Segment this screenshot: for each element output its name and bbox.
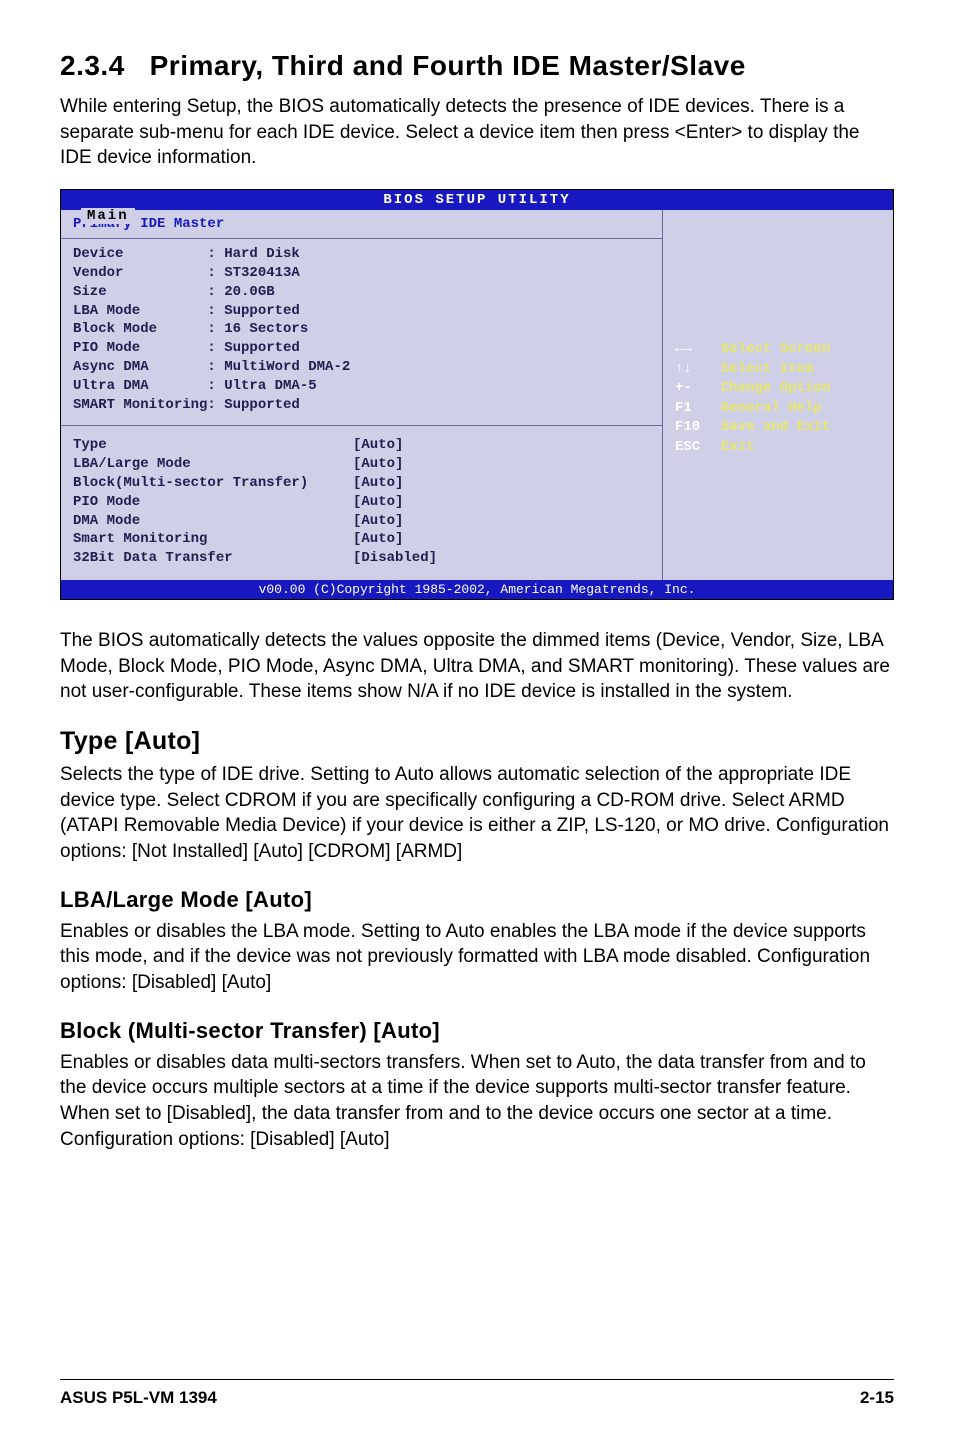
- bios-tab-main[interactable]: Main: [81, 208, 135, 224]
- bios-help-key: +-: [675, 379, 721, 399]
- intro-paragraph: While entering Setup, the BIOS automatic…: [60, 94, 894, 171]
- bios-setting-label: LBA/Large Mode: [73, 455, 353, 474]
- bios-left-panel: Primary IDE Master Device : Hard Disk Ve…: [61, 210, 663, 580]
- bios-title-bar: BIOS SETUP UTILITY Main: [61, 190, 893, 210]
- block-body: Enables or disables data multi-sectors t…: [60, 1050, 894, 1153]
- bios-setting-row[interactable]: 32Bit Data Transfer[Disabled]: [73, 549, 650, 568]
- bios-help-desc: Exit: [721, 438, 755, 458]
- bios-help-key: F1: [675, 399, 721, 419]
- bios-window: BIOS SETUP UTILITY Main Primary IDE Mast…: [60, 189, 894, 600]
- bios-setting-value: [Auto]: [353, 512, 403, 531]
- bios-help-desc: Save and Exit: [721, 418, 830, 438]
- bios-help-desc: Change Option: [721, 379, 830, 399]
- bios-help-row: F1General Help: [675, 399, 881, 419]
- bios-setting-label: 32Bit Data Transfer: [73, 549, 353, 568]
- bios-help-key: ↑↓: [675, 360, 721, 380]
- bios-setting-value: [Auto]: [353, 530, 403, 549]
- bios-help-row: ↑↓Select Item: [675, 360, 881, 380]
- bios-setting-row[interactable]: PIO Mode[Auto]: [73, 493, 650, 512]
- bios-setting-label: Block(Multi-sector Transfer): [73, 474, 353, 493]
- bios-help-key: F10: [675, 418, 721, 438]
- bios-help-list: ←→Select Screen↑↓Select Item+-Change Opt…: [675, 340, 881, 458]
- bios-setting-row[interactable]: LBA/Large Mode[Auto]: [73, 455, 650, 474]
- bios-setting-value: [Auto]: [353, 436, 403, 455]
- bios-setting-value: [Auto]: [353, 455, 403, 474]
- type-body: Selects the type of IDE drive. Setting t…: [60, 762, 894, 865]
- bios-setting-row[interactable]: Smart Monitoring[Auto]: [73, 530, 650, 549]
- bios-help-row: ←→Select Screen: [675, 340, 881, 360]
- bios-setting-value: [Disabled]: [353, 549, 437, 568]
- section-number: 2.3.4: [60, 50, 125, 81]
- bios-panel-title: Primary IDE Master: [61, 210, 662, 239]
- bios-help-key: ←→: [675, 340, 721, 360]
- section-heading: 2.3.4 Primary, Third and Fourth IDE Mast…: [60, 50, 894, 82]
- bios-help-panel: ←→Select Screen↑↓Select Item+-Change Opt…: [663, 210, 893, 580]
- bios-help-desc: General Help: [721, 399, 822, 419]
- lba-heading: LBA/Large Mode [Auto]: [60, 887, 894, 913]
- bios-help-row: F10Save and Exit: [675, 418, 881, 438]
- type-heading: Type [Auto]: [60, 727, 894, 756]
- lba-body: Enables or disables the LBA mode. Settin…: [60, 919, 894, 996]
- block-heading: Block (Multi-sector Transfer) [Auto]: [60, 1018, 894, 1044]
- bios-setting-label: DMA Mode: [73, 512, 353, 531]
- footer-left: ASUS P5L-VM 1394: [60, 1388, 217, 1408]
- bios-help-row: +-Change Option: [675, 379, 881, 399]
- bios-setting-row[interactable]: DMA Mode[Auto]: [73, 512, 650, 531]
- bios-setting-value: [Auto]: [353, 474, 403, 493]
- bios-setting-row[interactable]: Block(Multi-sector Transfer)[Auto]: [73, 474, 650, 493]
- bios-title-text: BIOS SETUP UTILITY: [383, 192, 570, 208]
- bios-help-desc: Select Item: [721, 360, 813, 380]
- bios-setting-value: [Auto]: [353, 493, 403, 512]
- bios-setting-label: Type: [73, 436, 353, 455]
- page-footer: ASUS P5L-VM 1394 2-15: [60, 1379, 894, 1408]
- bios-body: Primary IDE Master Device : Hard Disk Ve…: [61, 210, 893, 580]
- after-bios-paragraph: The BIOS automatically detects the value…: [60, 628, 894, 705]
- footer-right: 2-15: [860, 1388, 894, 1408]
- section-title-text: Primary, Third and Fourth IDE Master/Sla…: [150, 50, 746, 81]
- bios-help-key: ESC: [675, 438, 721, 458]
- bios-specs: Device : Hard Disk Vendor : ST320413A Si…: [61, 239, 662, 426]
- bios-setting-row[interactable]: Type[Auto]: [73, 436, 650, 455]
- bios-help-desc: Select Screen: [721, 340, 830, 360]
- bios-setting-label: PIO Mode: [73, 493, 353, 512]
- bios-settings: Type[Auto]LBA/Large Mode[Auto]Block(Mult…: [61, 426, 662, 580]
- bios-setting-label: Smart Monitoring: [73, 530, 353, 549]
- bios-footer: v00.00 (C)Copyright 1985-2002, American …: [61, 580, 893, 599]
- bios-help-row: ESCExit: [675, 438, 881, 458]
